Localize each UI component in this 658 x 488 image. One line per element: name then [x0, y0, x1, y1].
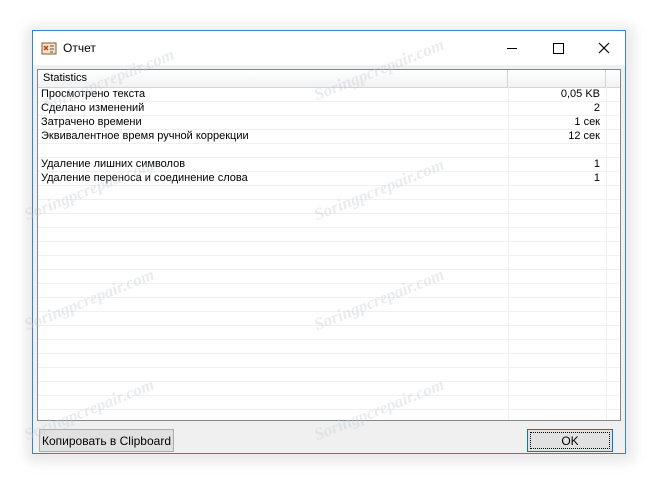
- copy-to-clipboard-button[interactable]: Копировать в Clipboard: [39, 429, 174, 452]
- empty-row: [38, 395, 620, 410]
- empty-row: [38, 199, 620, 214]
- empty-row: [38, 409, 620, 420]
- stat-value: 1: [593, 158, 600, 170]
- minimize-icon: [506, 47, 517, 49]
- stat-name: Удаление переноса и соединение слова: [41, 172, 248, 184]
- stat-value: 12 сек: [568, 130, 600, 142]
- close-icon: [598, 42, 610, 54]
- list-item[interactable]: [38, 143, 620, 158]
- maximize-button[interactable]: [535, 31, 581, 65]
- stat-name: Сделано изменений: [41, 102, 145, 114]
- close-button[interactable]: [581, 31, 627, 65]
- list-item[interactable]: Удаление переноса и соединение слова 1: [38, 171, 620, 186]
- report-window: Отчет Statistics Просмотрено текста 0,05…: [32, 30, 626, 454]
- focus-rect: [530, 432, 610, 449]
- empty-row: [38, 269, 620, 284]
- stat-name: Эквивалентное время ручной коррекции: [41, 130, 249, 142]
- stat-name: Просмотрено текста: [41, 88, 146, 100]
- empty-row: [38, 283, 620, 298]
- app-icon: [41, 42, 57, 55]
- empty-row: [38, 213, 620, 228]
- empty-row: [38, 367, 620, 382]
- empty-row: [38, 353, 620, 368]
- stat-value: 2: [593, 102, 600, 114]
- empty-row: [38, 227, 620, 242]
- statistics-list[interactable]: Statistics Просмотрено текста 0,05 KB Сд…: [37, 69, 621, 421]
- list-item[interactable]: Сделано изменений 2: [38, 101, 620, 116]
- list-item[interactable]: Затрачено времени 1 сек: [38, 115, 620, 130]
- ok-button[interactable]: OK: [527, 429, 613, 452]
- empty-row: [38, 185, 620, 200]
- column-header-value[interactable]: [508, 70, 606, 87]
- list-item[interactable]: Просмотрено текста 0,05 KB: [38, 87, 620, 102]
- window-title: Отчет: [63, 41, 96, 55]
- empty-row: [38, 381, 620, 396]
- minimize-button[interactable]: [489, 31, 535, 65]
- list-header: Statistics: [38, 70, 620, 88]
- list-item[interactable]: Эквивалентное время ручной коррекции 12 …: [38, 129, 620, 144]
- empty-row: [38, 311, 620, 326]
- empty-row: [38, 325, 620, 340]
- empty-row: [38, 339, 620, 354]
- empty-row: [38, 241, 620, 256]
- stat-value: 1: [593, 172, 600, 184]
- title-bar[interactable]: Отчет: [33, 31, 625, 65]
- empty-row: [38, 297, 620, 312]
- list-rows: Просмотрено текста 0,05 KB Сделано измен…: [38, 87, 620, 420]
- stat-name: Удаление лишних символов: [41, 158, 186, 170]
- stat-name: Затрачено времени: [41, 116, 142, 128]
- list-item[interactable]: Удаление лишних символов 1: [38, 157, 620, 172]
- column-header-statistics[interactable]: Statistics: [38, 70, 508, 87]
- stat-value: 1 сек: [574, 116, 600, 128]
- stat-value: 0,05 KB: [560, 88, 600, 100]
- maximize-icon: [552, 42, 564, 54]
- empty-row: [38, 255, 620, 270]
